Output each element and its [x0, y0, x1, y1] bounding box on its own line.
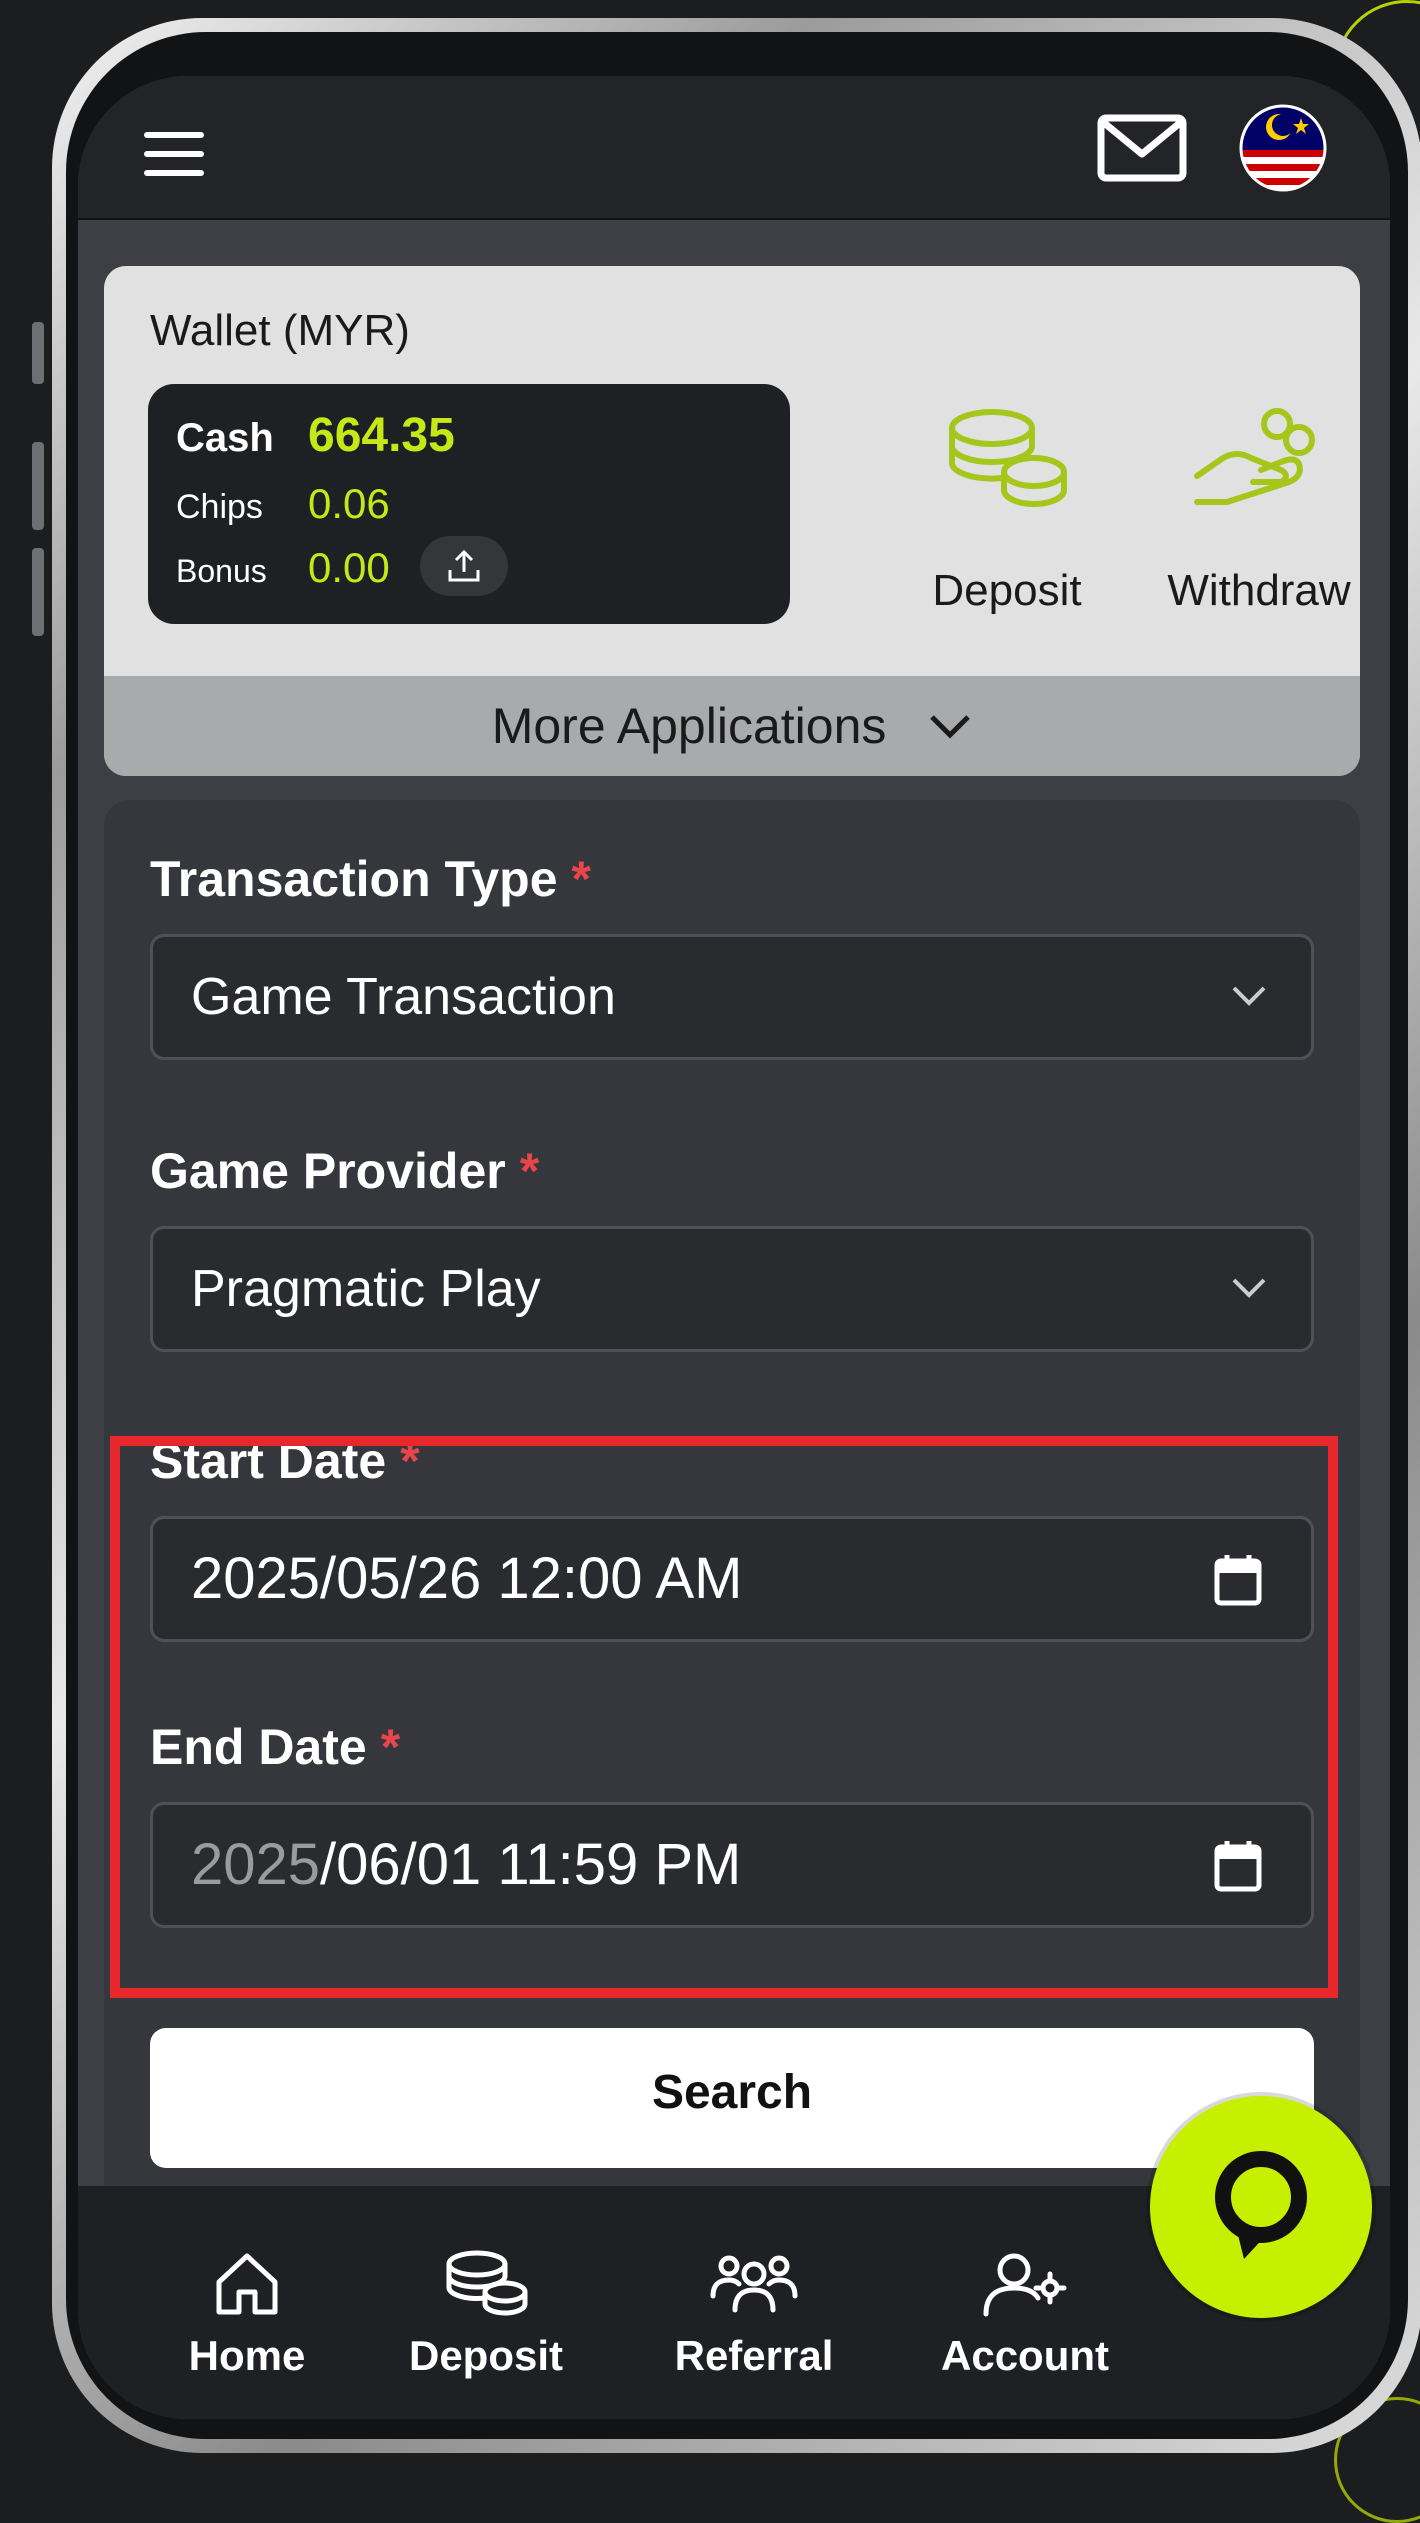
- upload-button[interactable]: [420, 536, 508, 596]
- end-date-year: 2025: [191, 1832, 321, 1897]
- hamburger-menu-icon[interactable]: [144, 132, 204, 176]
- transaction-type-value: Game Transaction: [191, 968, 616, 1026]
- home-icon: [216, 2253, 278, 2315]
- game-provider-select[interactable]: Pragmatic Play: [150, 1226, 1314, 1352]
- game-provider-value: Pragmatic Play: [191, 1260, 541, 1318]
- required-marker: *: [400, 1433, 420, 1489]
- live-chat-button[interactable]: [1150, 2096, 1372, 2318]
- end-date-value: 2025/06/01 11:59 PM: [191, 1805, 741, 1925]
- start-date-value: 2025/05/26 12:00 AM: [191, 1546, 743, 1611]
- cash-row: Cash 664.35: [176, 408, 455, 463]
- chevron-down-icon: [1232, 1278, 1266, 1298]
- coins-icon: [446, 2250, 528, 2316]
- nav-deposit-label: Deposit: [408, 2332, 563, 2379]
- cash-value: 664.35: [308, 409, 455, 462]
- game-provider-label: Game Provider *: [150, 1143, 540, 1199]
- bonus-value: 0.00: [308, 544, 390, 591]
- nav-referral[interactable]: Referral: [639, 2248, 869, 2380]
- start-date-label: Start Date *: [150, 1433, 420, 1489]
- end-date-input[interactable]: 2025/06/01 11:59 PM: [150, 1802, 1314, 1928]
- chips-row: Chips 0.06: [176, 480, 390, 528]
- required-marker: *: [519, 1143, 540, 1199]
- nav-home[interactable]: Home: [132, 2248, 362, 2380]
- required-marker: *: [571, 851, 591, 907]
- people-group-icon: [710, 2255, 798, 2313]
- mail-icon[interactable]: [1097, 114, 1187, 182]
- cash-label: Cash: [176, 416, 274, 460]
- hand-coin-icon: [1194, 408, 1315, 505]
- wallet-title: Wallet (MYR): [150, 306, 410, 355]
- nav-account[interactable]: Account: [910, 2248, 1140, 2380]
- nav-referral-label: Referral: [674, 2332, 834, 2379]
- chips-value: 0.06: [308, 480, 390, 527]
- more-applications-toggle[interactable]: More Applications: [104, 676, 1360, 776]
- top-bar: [78, 76, 1390, 220]
- withdraw-button[interactable]: Withdraw: [1144, 406, 1360, 626]
- search-button[interactable]: Search: [150, 2028, 1314, 2168]
- phone-side-button: [32, 442, 44, 530]
- upload-icon: [448, 549, 480, 582]
- deposit-button[interactable]: Deposit: [892, 406, 1122, 626]
- phone-side-button: [32, 322, 44, 384]
- bonus-row: Bonus 0.00: [176, 544, 390, 592]
- transaction-filter-form: Transaction Type * Game Transaction Game …: [104, 800, 1360, 2300]
- chips-label: Chips: [176, 488, 263, 526]
- more-applications-label: More Applications: [491, 698, 887, 754]
- wallet-card: Wallet (MYR) Cash 664.35 Chips 0.06 Bonus 0…: [104, 266, 1360, 776]
- chevron-down-icon: [930, 715, 971, 739]
- calendar-icon[interactable]: [1213, 1553, 1263, 1607]
- nav-home-label: Home: [188, 2332, 306, 2379]
- nav-account-label: Account: [941, 2332, 1109, 2379]
- account-settings-icon: [983, 2253, 1067, 2317]
- bonus-label: Bonus: [176, 553, 267, 589]
- required-marker: *: [380, 1719, 401, 1775]
- balance-box: Cash 664.35 Chips 0.06 Bonus 0.00: [148, 384, 790, 624]
- phone-side-button: [32, 548, 44, 636]
- end-date-rest: /06/01 11:59 PM: [320, 1832, 742, 1897]
- transaction-type-select[interactable]: Game Transaction: [150, 934, 1314, 1060]
- calendar-icon[interactable]: [1213, 1839, 1263, 1893]
- end-date-label: End Date *: [150, 1719, 401, 1775]
- start-date-input[interactable]: 2025/05/26 12:00 AM: [150, 1516, 1314, 1642]
- chevron-down-icon: [1232, 986, 1266, 1006]
- nav-deposit[interactable]: Deposit: [371, 2248, 601, 2380]
- malaysia-flag-icon[interactable]: [1239, 104, 1327, 192]
- app-screen: Wallet (MYR) Cash 664.35 Chips 0.06 Bonus 0…: [78, 76, 1390, 2419]
- coins-icon: [949, 409, 1067, 507]
- chat-bubble-icon: [1215, 2151, 1307, 2259]
- withdraw-label: Withdraw: [1167, 566, 1351, 615]
- deposit-label: Deposit: [932, 566, 1082, 615]
- transaction-type-label: Transaction Type *: [150, 851, 591, 907]
